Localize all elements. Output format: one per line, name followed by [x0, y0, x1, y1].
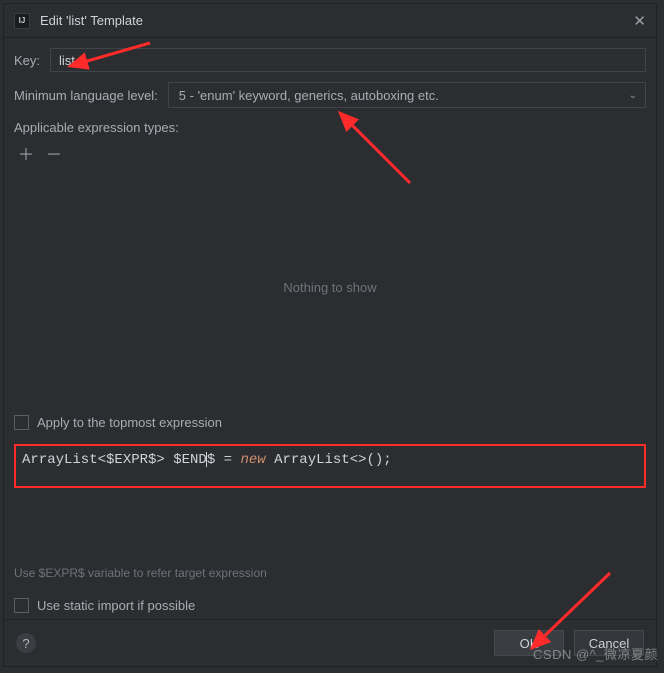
code-seg-2: $: [207, 452, 215, 468]
static-import-row: Use static import if possible: [14, 598, 646, 613]
add-icon[interactable]: ＋: [18, 149, 34, 163]
code-seg-3: ArrayList<>();: [266, 452, 392, 468]
code-seg-1: ArrayList<$EXPR$> $END: [22, 452, 207, 468]
topmost-checkbox[interactable]: [14, 415, 29, 430]
expr-types-list[interactable]: Nothing to show: [14, 177, 646, 397]
static-import-label: Use static import if possible: [37, 598, 195, 613]
app-icon: IJ: [14, 13, 30, 29]
code-keyword: new: [240, 452, 265, 468]
ok-button[interactable]: OK: [494, 630, 564, 656]
help-icon[interactable]: ?: [16, 633, 36, 653]
cancel-button[interactable]: Cancel: [574, 630, 644, 656]
min-level-row: Minimum language level: 5 - 'enum' keywo…: [14, 82, 646, 108]
template-code-box[interactable]: ArrayList<$EXPR$> $END$ = new ArrayList<…: [14, 444, 646, 488]
expr-types-label: Applicable expression types:: [14, 120, 646, 135]
dialog-body: Key: Minimum language level: 5 - 'enum' …: [4, 38, 656, 619]
edit-template-dialog: IJ Edit 'list' Template ✕ Key: Minimum l…: [3, 3, 657, 667]
topmost-row: Apply to the topmost expression: [14, 415, 646, 430]
key-row: Key:: [14, 48, 646, 72]
empty-placeholder: Nothing to show: [283, 280, 376, 295]
key-label: Key:: [14, 53, 40, 68]
static-import-checkbox[interactable]: [14, 598, 29, 613]
code-op: =: [215, 452, 240, 468]
topmost-label: Apply to the topmost expression: [37, 415, 222, 430]
spacer: [14, 498, 646, 550]
remove-icon[interactable]: －: [46, 149, 62, 163]
close-icon[interactable]: ✕: [633, 12, 646, 30]
min-level-select[interactable]: 5 - 'enum' keyword, generics, autoboxing…: [168, 82, 646, 108]
window-title: Edit 'list' Template: [40, 13, 623, 28]
hint-text: Use $EXPR$ variable to refer target expr…: [14, 566, 646, 580]
min-level-value: 5 - 'enum' keyword, generics, autoboxing…: [179, 88, 439, 103]
button-bar: OK Cancel: [494, 630, 644, 656]
key-input[interactable]: [50, 48, 646, 72]
chevron-down-icon: ⌄: [629, 90, 637, 101]
dialog-footer: ? OK Cancel: [4, 619, 656, 666]
title-bar: IJ Edit 'list' Template ✕: [4, 4, 656, 38]
min-level-label: Minimum language level:: [14, 88, 158, 103]
expr-types-toolbar: ＋ －: [14, 145, 646, 167]
